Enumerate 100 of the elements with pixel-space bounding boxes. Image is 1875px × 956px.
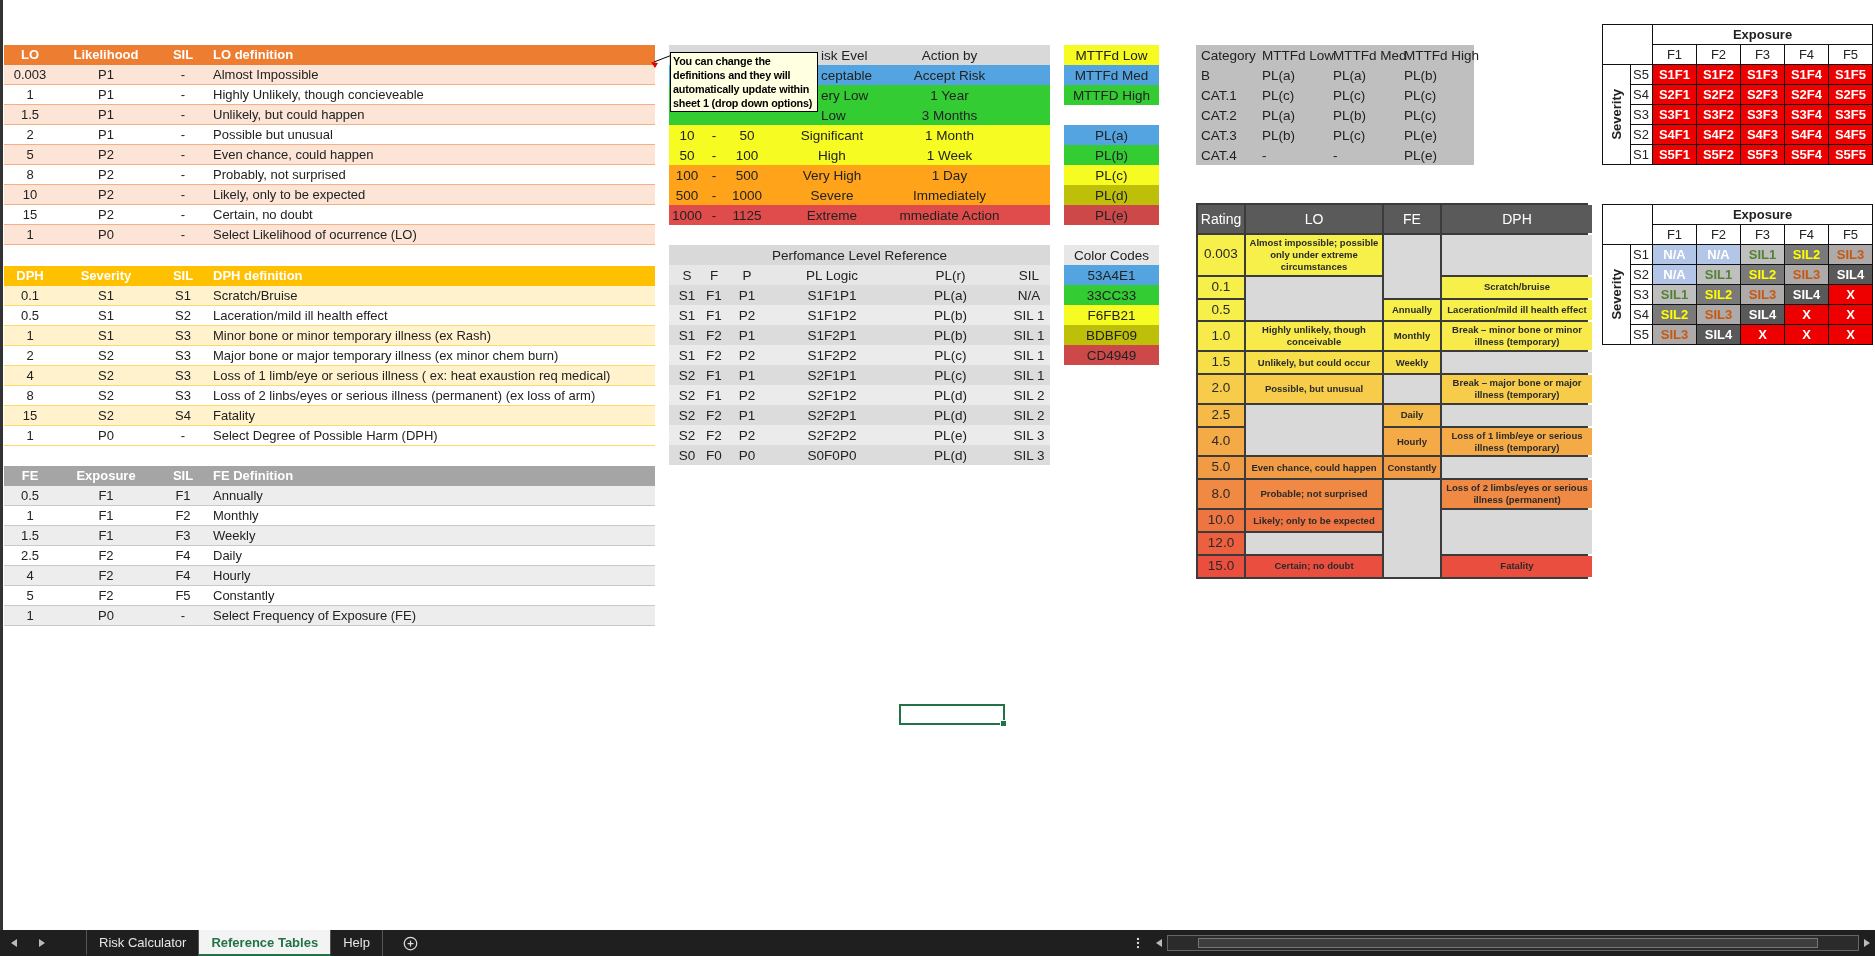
table-cell-text: Scratch/Bruise: [212, 288, 298, 303]
table-cell-text: PL(a): [1262, 67, 1296, 83]
table-cell-text: Immediately: [912, 187, 987, 203]
table-cell: -: [180, 147, 186, 162]
table-cell-text: PL(b): [1262, 127, 1296, 143]
table-cell: 0.5: [20, 488, 40, 503]
matrix-cell: N/A: [1697, 245, 1740, 264]
matrix-cell: SIL1: [1653, 285, 1696, 304]
table-cell: 4: [26, 568, 34, 583]
table-cell-text: Annually: [212, 488, 263, 503]
table-cell-text: S1: [677, 307, 697, 323]
table-cell-text: Major bone or major temporary illness (ex minor chem burn): [212, 348, 559, 363]
table-cell-text: -: [710, 207, 718, 223]
table-cell: 15: [22, 408, 38, 423]
table-cell-text: P1: [737, 327, 757, 343]
table-cell-text: Select Likelihood of ocurrence (LO): [212, 227, 417, 242]
legend-swatch: MTTFD High: [1064, 85, 1159, 105]
column-header: F2: [1697, 225, 1740, 244]
rating-cell: 1.0: [1198, 322, 1244, 351]
table-cell: 2: [26, 348, 34, 363]
rating-cell: 15.0: [1198, 555, 1244, 577]
selected-cell[interactable]: [899, 704, 1005, 725]
column-header: Category: [1201, 47, 1257, 63]
table-cell-text: S2: [677, 407, 697, 423]
table-cell: S2: [175, 308, 191, 323]
blank-cell: [1603, 25, 1652, 64]
matrix-cell: S5F2: [1697, 145, 1740, 164]
table-cell: 2.5: [20, 548, 40, 563]
table-cell-text: Laceration/mild ill health effect: [212, 308, 388, 323]
matrix-cell: SIL4: [1741, 305, 1784, 324]
table-cell: F2: [98, 548, 114, 563]
table-cell-text: PL(c): [1404, 107, 1438, 123]
table-cell-text: PL(e): [1404, 147, 1438, 163]
table-cell-text: 1 Year: [929, 87, 970, 103]
table-cell-text: Minor bone or minor temporary illness (ex Rash): [212, 328, 492, 343]
table-cell-text: S1F2P2: [806, 347, 858, 363]
table-cell-text: Select Degree of Possible Harm (DPH): [212, 428, 438, 443]
table-cell: Almost impossible; possible only under extreme circumstances: [1246, 235, 1382, 275]
table-title-text: Perfomance Level Reference: [771, 247, 948, 263]
table-cell: Annually: [1384, 299, 1440, 321]
table-cell-text: B: [1201, 67, 1211, 83]
table-cell-text: Weekly: [212, 528, 256, 543]
table-cell-text: PL(c): [933, 347, 968, 363]
row-header: S2: [1631, 125, 1652, 144]
table-cell-text: S1: [677, 327, 697, 343]
table-cell: -: [180, 608, 186, 623]
row-header: S1: [1631, 145, 1652, 164]
rating-cell: 1.5: [1198, 352, 1244, 373]
matrix-cell: S3F5: [1829, 105, 1872, 124]
column-header: SIL: [172, 47, 194, 62]
legend-swatch: 53A4E1: [1064, 265, 1159, 285]
table-cell-text: S2F1P1: [806, 367, 858, 383]
legend-swatch: PL(c): [1064, 165, 1159, 185]
horizontal-scrollbar[interactable]: [1167, 935, 1859, 951]
table-cell: P2: [98, 187, 114, 202]
table-cell-text: 50: [678, 147, 696, 163]
matrix-cell: S4F1: [1653, 125, 1696, 144]
column-header: PL Logic: [804, 267, 859, 283]
table-cell: P0: [98, 428, 114, 443]
matrix-cell: S2F2: [1697, 85, 1740, 104]
column-header: Action by: [920, 47, 979, 63]
table-cell: S1: [175, 288, 191, 303]
matrix-cell: S5F4: [1785, 145, 1828, 164]
column-header: DPH definition: [212, 268, 303, 283]
table-cell-text: -: [710, 127, 718, 143]
matrix-cell: SIL3: [1653, 325, 1696, 344]
column-header: F1: [1653, 45, 1696, 64]
matrix-cell: X: [1829, 305, 1872, 324]
column-header: F4: [1785, 45, 1828, 64]
sheet-tab[interactable]: Help: [330, 930, 382, 956]
column-header: Exposure: [76, 468, 136, 483]
table-cell: S3: [175, 328, 191, 343]
matrix-cell: SIL1: [1697, 265, 1740, 284]
table-cell: F5: [175, 588, 191, 603]
column-header: F3: [1741, 225, 1784, 244]
rating-cell: 4.0: [1198, 427, 1244, 456]
table-cell: F1: [98, 508, 114, 523]
table-cell: F1: [705, 307, 723, 323]
column-header: SIL: [172, 268, 194, 283]
matrix-cell: SIL3: [1697, 305, 1740, 324]
table-cell-text: Significant: [799, 127, 865, 143]
table-cell-text: Unlikely, but could happen: [212, 107, 365, 122]
table-cell: F4: [175, 568, 191, 583]
column-header: DPH: [1442, 205, 1592, 233]
table-cell: F1: [705, 367, 723, 383]
matrix-cell: S2F4: [1785, 85, 1828, 104]
matrix-cell: SIL2: [1741, 265, 1784, 284]
column-header: F5: [1829, 45, 1872, 64]
table-cell-text: P2: [737, 427, 757, 443]
table-cell: -: [180, 127, 186, 142]
table-cell-text: SIL 1: [1012, 347, 1046, 363]
sheet-tab[interactable]: Reference Tables: [198, 930, 331, 956]
column-header: isk Evel: [821, 47, 868, 63]
table-cell: Unlikely, but could occur: [1246, 352, 1382, 373]
row-header: S1: [1631, 245, 1652, 264]
table-cell-text: Possible but unusual: [212, 127, 333, 142]
table-cell: P0: [98, 608, 114, 623]
column-header: FE Definition: [212, 468, 294, 483]
table-cell-text: 50: [738, 127, 756, 143]
table-cell-text: S1: [677, 347, 697, 363]
